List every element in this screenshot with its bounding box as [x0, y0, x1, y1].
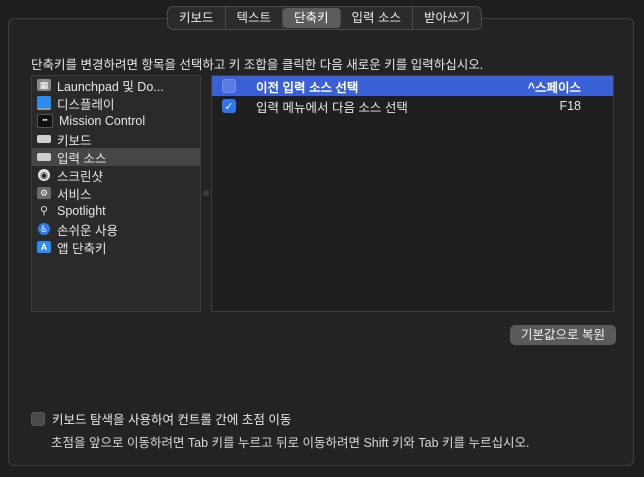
services-icon: ⚙ — [37, 187, 51, 199]
sidebar-item-launchpad[interactable]: ▦ Launchpad 및 Do... — [32, 76, 200, 94]
sidebar-item-label: 디스플레이 — [57, 97, 115, 112]
shortcut-list: 이전 입력 소스 선택 ^스페이스 ✓ 입력 메뉴에서 다음 소스 선택 F18 — [211, 75, 614, 312]
sidebar-item-app-shortcuts[interactable]: A 앱 단축키 — [32, 238, 200, 256]
app-shortcuts-icon: A — [37, 241, 51, 253]
tab-text[interactable]: 텍스트 — [226, 7, 284, 29]
screenshot-icon: ◉ — [38, 169, 50, 181]
input-source-icon — [37, 153, 51, 161]
tab-keyboard[interactable]: 키보드 — [168, 7, 226, 29]
sidebar-item-label: Spotlight — [57, 204, 106, 218]
sidebar-item-mission-control[interactable]: ▪▪ Mission Control — [32, 112, 200, 130]
sidebar-item-input-sources[interactable]: 입력 소스 — [32, 148, 200, 166]
sidebar-item-accessibility[interactable]: ♿ 손쉬운 사용 — [32, 220, 200, 238]
instruction-text: 단축키를 변경하려면 항목을 선택하고 키 조합을 클릭한 다음 새로운 키를 … — [31, 58, 484, 72]
tab-bar: 키보드 텍스트 단축키 입력 소스 받아쓰기 — [167, 6, 483, 30]
sidebar-item-display[interactable]: 디스플레이 — [32, 94, 200, 112]
mission-control-icon: ▪▪ — [37, 114, 53, 128]
tab-input-sources[interactable]: 입력 소스 — [341, 7, 414, 29]
shortcut-row[interactable]: ✓ 입력 메뉴에서 다음 소스 선택 F18 — [212, 96, 613, 116]
shortcut-row[interactable]: 이전 입력 소스 선택 ^스페이스 — [212, 76, 613, 96]
shortcut-category-list: ▦ Launchpad 및 Do... 디스플레이 ▪▪ Mission Con… — [31, 75, 201, 312]
sidebar-item-label: 입력 소스 — [57, 151, 107, 166]
sidebar-item-label: 서비스 — [57, 187, 92, 202]
shortcut-checkbox[interactable] — [222, 79, 236, 93]
tab-shortcuts[interactable]: 단축키 — [283, 8, 341, 28]
sidebar-item-services[interactable]: ⚙ 서비스 — [32, 184, 200, 202]
split-view-handle[interactable] — [203, 190, 209, 196]
shortcut-key-combo[interactable]: F18 — [559, 99, 581, 113]
keyboard-navigation-checkbox[interactable] — [31, 411, 45, 426]
tab-dictation[interactable]: 받아쓰기 — [413, 7, 481, 29]
keyboard-navigation-label: 키보드 탐색을 사용하여 컨트롤 간에 초점 이동 — [52, 413, 292, 427]
keyboard-icon — [37, 135, 51, 143]
shortcut-key-combo[interactable]: ^스페이스 — [528, 77, 581, 96]
sidebar-item-spotlight[interactable]: ⚲ Spotlight — [32, 202, 200, 220]
launchpad-icon: ▦ — [37, 79, 51, 91]
sidebar-item-label: 손쉬운 사용 — [57, 223, 118, 238]
sidebar-item-label: Launchpad 및 Do... — [57, 79, 164, 94]
sidebar-item-label: 키보드 — [57, 133, 92, 148]
sidebar-item-label: 스크린샷 — [57, 169, 104, 184]
sidebar-item-label: Mission Control — [59, 114, 146, 128]
shortcut-checkbox[interactable]: ✓ — [222, 99, 236, 113]
restore-defaults-button[interactable]: 기본값으로 복원 — [510, 325, 616, 345]
display-icon — [37, 96, 51, 110]
keyboard-navigation-option[interactable]: 키보드 탐색을 사용하여 컨트롤 간에 초점 이동 — [31, 409, 291, 428]
keyboard-navigation-description: 초점을 앞으로 이동하려면 Tab 키를 누르고 뒤로 이동하려면 Shift … — [51, 436, 530, 450]
spotlight-icon: ⚲ — [39, 205, 49, 217]
sidebar-item-keyboard[interactable]: 키보드 — [32, 130, 200, 148]
accessibility-icon: ♿ — [38, 223, 50, 235]
sidebar-item-label: 앱 단축키 — [57, 241, 107, 256]
sidebar-item-screenshot[interactable]: ◉ 스크린샷 — [32, 166, 200, 184]
